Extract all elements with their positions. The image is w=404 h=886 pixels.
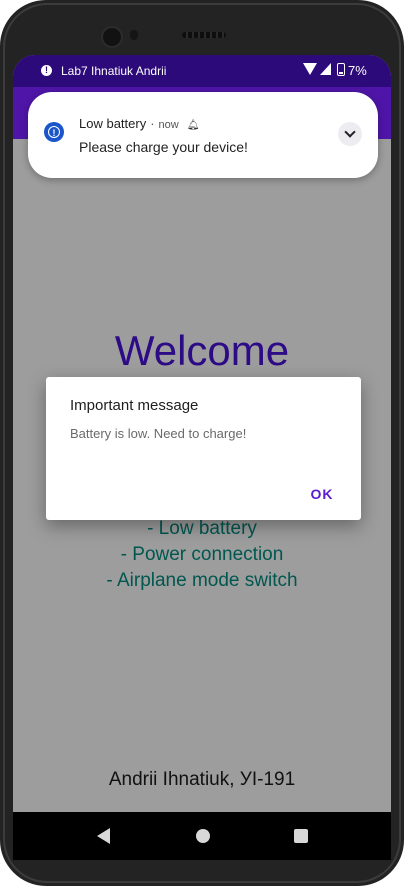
alert-circle-icon: ! xyxy=(44,122,64,142)
notification-title: Low battery xyxy=(79,116,147,131)
screen: ! Lab7 Ihnatiuk Andrii 7% Welcome - Low … xyxy=(13,55,391,860)
notification-separator: · xyxy=(150,116,155,131)
wifi-icon xyxy=(303,63,317,75)
camera-sensor xyxy=(130,30,138,40)
earpiece-speaker xyxy=(182,32,226,38)
navigation-bar xyxy=(13,812,391,860)
status-bar: ! Lab7 Ihnatiuk Andrii 7% xyxy=(13,55,391,87)
status-bar-title: Lab7 Ihnatiuk Andrii xyxy=(61,64,167,78)
ok-button[interactable]: OK xyxy=(302,479,342,509)
notification-header: Low battery · now 🔔︎ xyxy=(79,116,199,131)
feature-item-airplane-mode: - Airplane mode switch xyxy=(106,570,298,591)
welcome-heading: Welcome xyxy=(114,327,290,374)
front-camera xyxy=(101,26,123,48)
author-label: Andrii Ihnatiuk, УІ-191 xyxy=(108,769,296,790)
home-icon[interactable] xyxy=(196,829,210,843)
device-frame: ! Lab7 Ihnatiuk Andrii 7% Welcome - Low … xyxy=(0,0,404,886)
notification-body: Please charge your device! xyxy=(79,139,248,155)
feature-list: - Low battery - Power connection - Airpl… xyxy=(13,516,391,594)
alert-circle-icon: ! xyxy=(41,65,52,76)
battery-icon xyxy=(337,63,345,76)
bell-icon: 🔔︎ xyxy=(186,120,200,131)
back-icon[interactable] xyxy=(97,828,110,844)
recents-icon[interactable] xyxy=(294,829,308,843)
cell-signal-icon xyxy=(320,63,331,75)
feature-item-power-connection: - Power connection xyxy=(120,544,284,565)
dialog-message: Battery is low. Need to charge! xyxy=(70,426,247,441)
notification-card[interactable]: ! Low battery · now 🔔︎ Please charge your d… xyxy=(28,92,378,178)
notification-time: now xyxy=(158,119,179,131)
dialog-title: Important message xyxy=(70,397,199,414)
alert-dialog: Important message Battery is low. Need t… xyxy=(46,377,361,520)
expand-notification-button[interactable] xyxy=(338,122,362,146)
battery-percent: 7% xyxy=(348,63,367,78)
